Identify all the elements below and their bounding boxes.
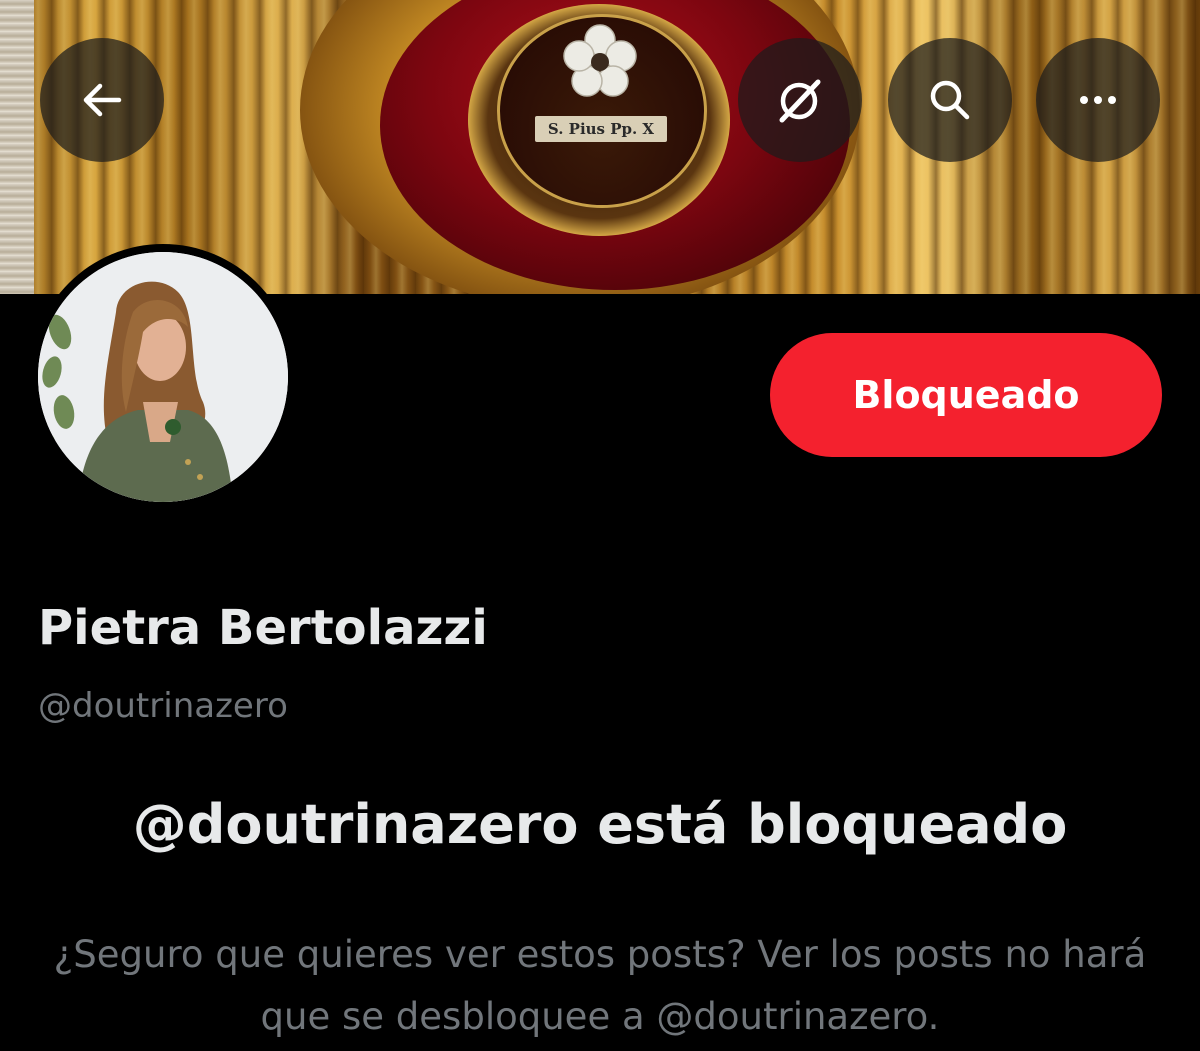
more-button[interactable] [1036,38,1160,162]
search-button[interactable] [888,38,1012,162]
relic-flower-icon [563,24,637,97]
grok-button[interactable] [738,38,862,162]
user-handle: @doutrinazero [38,686,288,726]
grok-slash-icon [779,79,821,123]
arrow-left-icon [83,83,122,117]
display-name: Pietra Bertolazzi [38,600,488,656]
back-button[interactable] [40,38,164,162]
blocked-notice-description: ¿Seguro que quieres ver estos posts? Ver… [53,933,1147,1038]
more-horizontal-icon [1080,96,1116,104]
relic-label: S. Pius Pp. X [535,116,667,142]
search-icon [930,80,970,120]
banner-left-edge [0,0,34,294]
blocked-button[interactable]: Bloqueado [770,333,1162,457]
avatar-photo [38,252,288,502]
blocked-notice-title: @doutrinazero está bloqueado [132,793,1068,856]
avatar[interactable] [38,252,288,502]
